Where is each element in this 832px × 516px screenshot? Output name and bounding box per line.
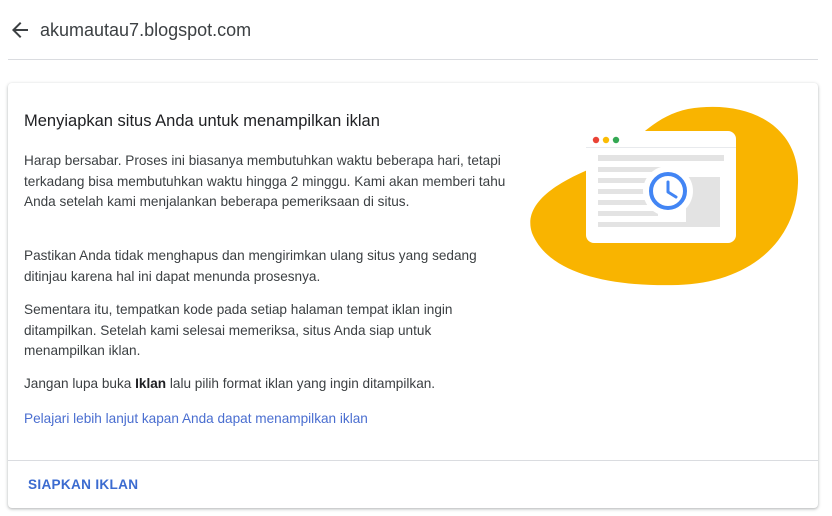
window-dot-yellow [602, 136, 610, 144]
paragraph-no-delete: Pastikan Anda tidak menghapus dan mengir… [24, 248, 477, 284]
paragraph-patience: Harap bersabar. Proses ini biasanya memb… [24, 153, 506, 209]
paragraph-open-ads: Jangan lupa buka Iklan lalu pilih format… [24, 374, 514, 395]
paragraph-open-ads-text: Jangan lupa buka [24, 376, 136, 391]
browser-window-clock-icon [530, 106, 799, 286]
card-title: Menyiapkan situs Anda untuk menampilkan … [24, 112, 380, 130]
window-dot-green [612, 136, 620, 144]
setup-ads-button[interactable]: SIAPKAN IKLAN [20, 471, 146, 499]
ads-menu-name: Iklan [135, 376, 167, 391]
learn-more-link[interactable]: Pelajari lebih lanjut kapan Anda dapat m… [24, 409, 368, 429]
back-button[interactable] [8, 18, 32, 42]
paragraph-open-ads-text-end: lalu pilih format iklan yang ingin ditam… [166, 376, 436, 391]
site-name: akumautau7.blogspot.com [40, 20, 252, 40]
window-dot-red [592, 136, 600, 144]
top-bar: akumautau7.blogspot.com [0, 0, 832, 60]
card-divider [8, 460, 818, 461]
arrow-left-icon [12, 22, 28, 38]
ads-setup-card: Menyiapkan situs Anda untuk menampilkan … [8, 83, 818, 508]
header-divider [8, 59, 818, 60]
paragraph-place-code: Sementara itu, tempatkan kode pada setia… [24, 302, 453, 358]
